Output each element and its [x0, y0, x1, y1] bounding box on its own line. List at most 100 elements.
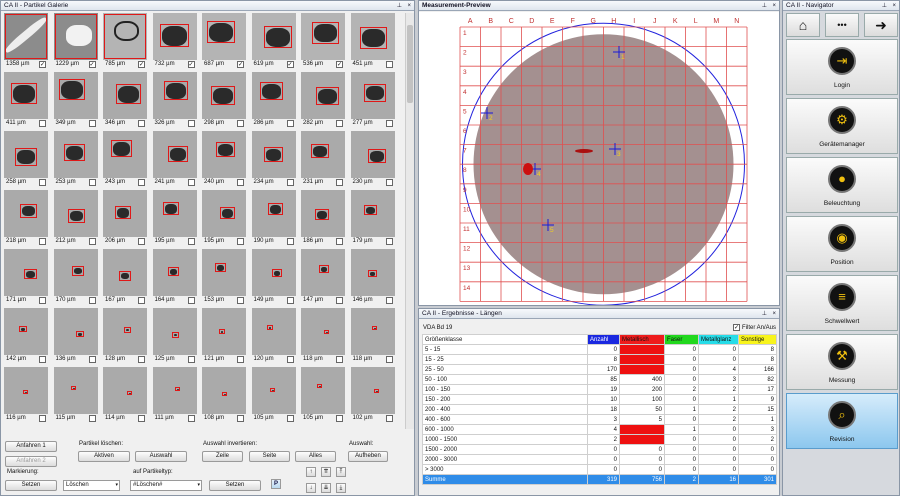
- particle-checkbox[interactable]: [286, 356, 294, 363]
- particle-tile[interactable]: 142 µm: [3, 308, 49, 365]
- particle-checkbox[interactable]: [88, 356, 96, 363]
- particle-image[interactable]: [350, 249, 395, 296]
- particle-checkbox[interactable]: [237, 356, 244, 363]
- particle-tile[interactable]: 146 µm: [350, 249, 396, 306]
- particle-image[interactable]: [53, 190, 98, 237]
- nav-beleuchtung-button[interactable]: ● Beleuchtung: [786, 157, 898, 213]
- column-header[interactable]: Größenklasse: [422, 334, 588, 345]
- particle-tile[interactable]: 164 µm: [152, 249, 198, 306]
- filter-map[interactable]: AABBCCDDEEFFGGHHIIJJKKLLMMNN123456789101…: [419, 12, 779, 305]
- particle-checkbox[interactable]: [336, 120, 343, 127]
- particle-tile[interactable]: 277 µm: [350, 72, 396, 129]
- particle-checkbox[interactable]: [187, 120, 195, 127]
- particle-image[interactable]: [251, 249, 296, 296]
- particle-tile[interactable]: 149 µm: [251, 249, 297, 306]
- particle-checkbox[interactable]: [385, 297, 393, 304]
- particle-image[interactable]: [4, 249, 48, 296]
- table-row[interactable]: 1000 - 1500 2 0 0 2: [422, 434, 777, 445]
- particle-image[interactable]: [202, 131, 246, 178]
- particle-checkbox[interactable]: [39, 120, 46, 127]
- particle-tile[interactable]: 258 µm: [3, 131, 49, 188]
- table-row[interactable]: 150 - 200 10 100 0 1 9: [422, 394, 777, 405]
- move-top-icon[interactable]: ⤒: [336, 467, 346, 477]
- particle-image[interactable]: [251, 190, 296, 237]
- particle-checkbox[interactable]: [286, 179, 294, 186]
- particle-tile[interactable]: 231 µm: [300, 131, 346, 188]
- particle-image[interactable]: [251, 308, 296, 355]
- particle-tile[interactable]: 298 µm: [201, 72, 247, 129]
- particle-tile[interactable]: 234 µm: [251, 131, 297, 188]
- particle-checkbox[interactable]: [187, 356, 195, 363]
- particle-type-select[interactable]: #Löschen# ▾: [130, 480, 202, 491]
- particle-tile[interactable]: 171 µm: [3, 249, 49, 306]
- particle-image[interactable]: [350, 131, 395, 178]
- setzen-marking-button[interactable]: Setzen: [5, 480, 57, 491]
- table-row[interactable]: 400 - 600 3 5 0 2 1: [422, 414, 777, 425]
- table-row[interactable]: 100 - 150 19 200 2 2 17: [422, 384, 777, 395]
- nav-position-button[interactable]: ◉ Position: [786, 216, 898, 272]
- column-header[interactable]: Sonstige: [738, 334, 777, 345]
- particle-tile[interactable]: 136 µm: [53, 308, 99, 365]
- particle-image[interactable]: [152, 131, 197, 178]
- particle-tile[interactable]: 241 µm: [152, 131, 198, 188]
- particle-checkbox[interactable]: [286, 238, 294, 245]
- particle-tile[interactable]: 111 µm: [152, 367, 198, 424]
- auswahl-button[interactable]: Auswahl: [135, 451, 187, 462]
- particle-tile[interactable]: 1229 µm ✓: [53, 13, 99, 70]
- aufheben-button[interactable]: Aufheben: [348, 451, 388, 462]
- particle-tile[interactable]: 411 µm: [3, 72, 49, 129]
- nav-messung-button[interactable]: ⚒ Messung: [786, 334, 898, 390]
- move-down-icon[interactable]: ↓: [306, 483, 316, 493]
- particle-tile[interactable]: 243 µm: [102, 131, 148, 188]
- particle-checkbox[interactable]: [88, 120, 96, 127]
- particle-tile[interactable]: 153 µm: [201, 249, 247, 306]
- more-button[interactable]: •••: [825, 13, 859, 37]
- particle-tile[interactable]: 108 µm: [201, 367, 247, 424]
- scrollbar-thumb[interactable]: [407, 25, 413, 103]
- aktiven-button[interactable]: Aktiven: [78, 451, 130, 462]
- particle-image[interactable]: [4, 308, 48, 355]
- particle-image[interactable]: [350, 308, 395, 355]
- particle-tile[interactable]: 346 µm: [102, 72, 148, 129]
- close-icon[interactable]: ×: [407, 1, 411, 11]
- particle-checkbox[interactable]: [385, 61, 393, 68]
- particle-image[interactable]: [301, 72, 345, 119]
- particle-checkbox[interactable]: [336, 356, 343, 363]
- particle-checkbox[interactable]: ✓: [138, 61, 145, 68]
- zeile-button[interactable]: Zeile: [202, 451, 243, 462]
- particle-image[interactable]: [152, 72, 197, 119]
- pin-icon[interactable]: ⊥: [397, 1, 402, 11]
- particle-checkbox[interactable]: [39, 238, 46, 245]
- close-icon[interactable]: ×: [772, 1, 776, 11]
- particle-tile[interactable]: 732 µm ✓: [152, 13, 198, 70]
- particle-image[interactable]: [251, 367, 296, 414]
- particle-image[interactable]: [301, 367, 345, 414]
- column-header[interactable]: Metallglanz: [698, 334, 739, 345]
- particle-tile[interactable]: 240 µm: [201, 131, 247, 188]
- particle-checkbox[interactable]: ✓: [336, 61, 343, 68]
- particle-image[interactable]: [103, 131, 147, 178]
- particle-checkbox[interactable]: [336, 179, 343, 186]
- particle-image[interactable]: [202, 190, 246, 237]
- particle-tile[interactable]: 212 µm: [53, 190, 99, 247]
- home-button[interactable]: ⌂: [786, 13, 820, 37]
- particle-checkbox[interactable]: [385, 179, 393, 186]
- particle-checkbox[interactable]: [88, 297, 96, 304]
- particle-checkbox[interactable]: [286, 415, 294, 422]
- particle-tile[interactable]: 115 µm: [53, 367, 99, 424]
- particle-image[interactable]: [53, 72, 98, 119]
- particle-tile[interactable]: 105 µm: [251, 367, 297, 424]
- particle-checkbox[interactable]: [385, 120, 393, 127]
- particle-tile[interactable]: 116 µm: [3, 367, 49, 424]
- particle-tile[interactable]: 282 µm: [300, 72, 346, 129]
- particle-tile[interactable]: 118 µm: [300, 308, 346, 365]
- particle-image[interactable]: [202, 367, 246, 414]
- particle-tile[interactable]: 206 µm: [102, 190, 148, 247]
- particle-image[interactable]: [202, 72, 246, 119]
- particle-checkbox[interactable]: [237, 415, 244, 422]
- particle-checkbox[interactable]: [138, 415, 145, 422]
- next-button[interactable]: ➜: [864, 13, 898, 37]
- particle-checkbox[interactable]: [237, 179, 244, 186]
- anfahren-2-button[interactable]: Anfahren 2: [5, 456, 57, 467]
- particle-tile[interactable]: 179 µm: [350, 190, 396, 247]
